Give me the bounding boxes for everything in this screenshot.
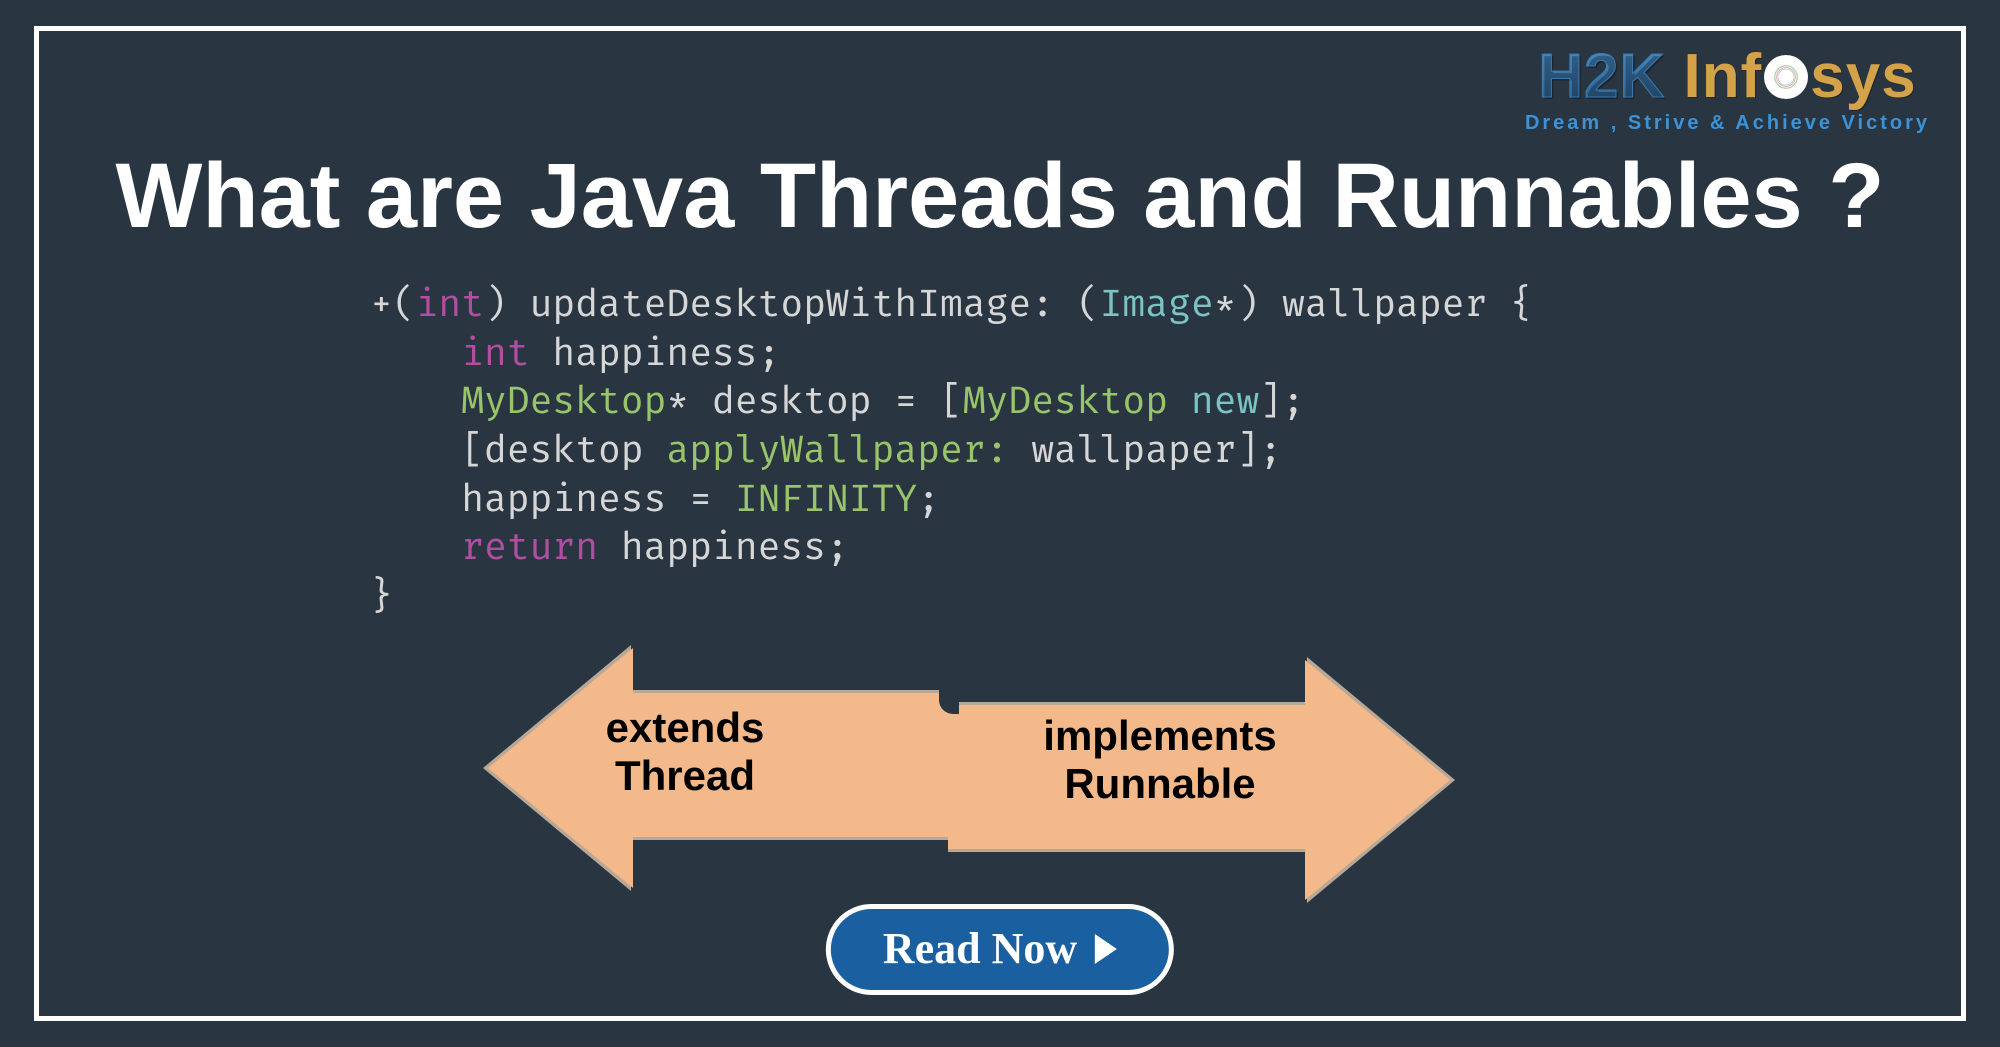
logo-text: H2K Infsys xyxy=(1525,46,1930,108)
chevron-right-icon xyxy=(1095,934,1117,964)
logo-tagline: Dream , Strive & Achieve Victory xyxy=(1525,112,1930,135)
arrow-right-label: implementsRunnable xyxy=(980,712,1340,809)
read-now-button[interactable]: Read Now xyxy=(826,904,1174,995)
cta-label: Read Now xyxy=(883,923,1077,974)
logo-part2-pre: Inf xyxy=(1684,42,1763,111)
brand-logo: H2K Infsys Dream , Strive & Achieve Vict… xyxy=(1525,46,1930,135)
arrows-diagram: extendsThread implementsRunnable xyxy=(500,610,1500,900)
globe-icon xyxy=(1764,55,1808,99)
page-title: What are Java Threads and Runnables ? xyxy=(0,144,2000,249)
logo-part2: Infsys xyxy=(1684,42,1917,111)
logo-part1: H2K xyxy=(1538,42,1665,111)
arrow-left-label: extendsThread xyxy=(530,704,840,801)
logo-part2-post: sys xyxy=(1810,42,1916,111)
code-block: +(int) updateDesktopWithImage: (Image*) … xyxy=(370,280,1533,620)
